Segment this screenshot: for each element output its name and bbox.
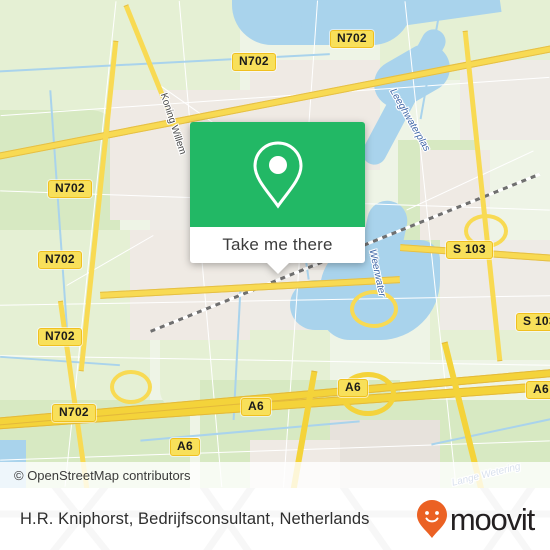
road-shield: A6 [170,438,200,456]
road-shield: N702 [52,404,96,422]
road-shield: N702 [232,53,276,71]
road-shield: N702 [330,30,374,48]
popup-action-row[interactable]: Take me there [190,227,365,263]
popup-header [190,122,365,227]
road-shield: A6 [241,398,271,416]
road-shield: S 103 [516,313,550,331]
map-canvas[interactable]: Koning WillemLeeghwaterplasWeerwaterLang… [0,0,550,488]
road-shield: N702 [38,251,82,269]
road-shield: S 103 [446,241,493,259]
road-shield: A6 [338,379,368,397]
road-shield: N702 [48,180,92,198]
popup-tail [266,263,289,274]
attribution-text[interactable]: © OpenStreetMap contributors [0,468,191,483]
take-me-there-label: Take me there [222,235,333,254]
location-popup-card[interactable]: Take me there [190,122,365,274]
road-shield: A6 [526,381,550,399]
moovit-pin-smiley-icon [416,500,447,538]
moovit-logo[interactable]: moovit [416,499,550,539]
place-title: H.R. Kniphorst, Bedrijfsconsultant, Neth… [20,509,370,528]
moovit-wordmark: moovit [449,501,535,537]
road-shield: N702 [38,328,82,346]
map-pin-icon [252,140,303,209]
footer-bar: H.R. Kniphorst, Bedrijfsconsultant, Neth… [0,488,550,550]
screenshot-root: Koning WillemLeeghwaterplasWeerwaterLang… [0,0,550,550]
map-attribution-bar: © OpenStreetMap contributors [0,462,550,488]
